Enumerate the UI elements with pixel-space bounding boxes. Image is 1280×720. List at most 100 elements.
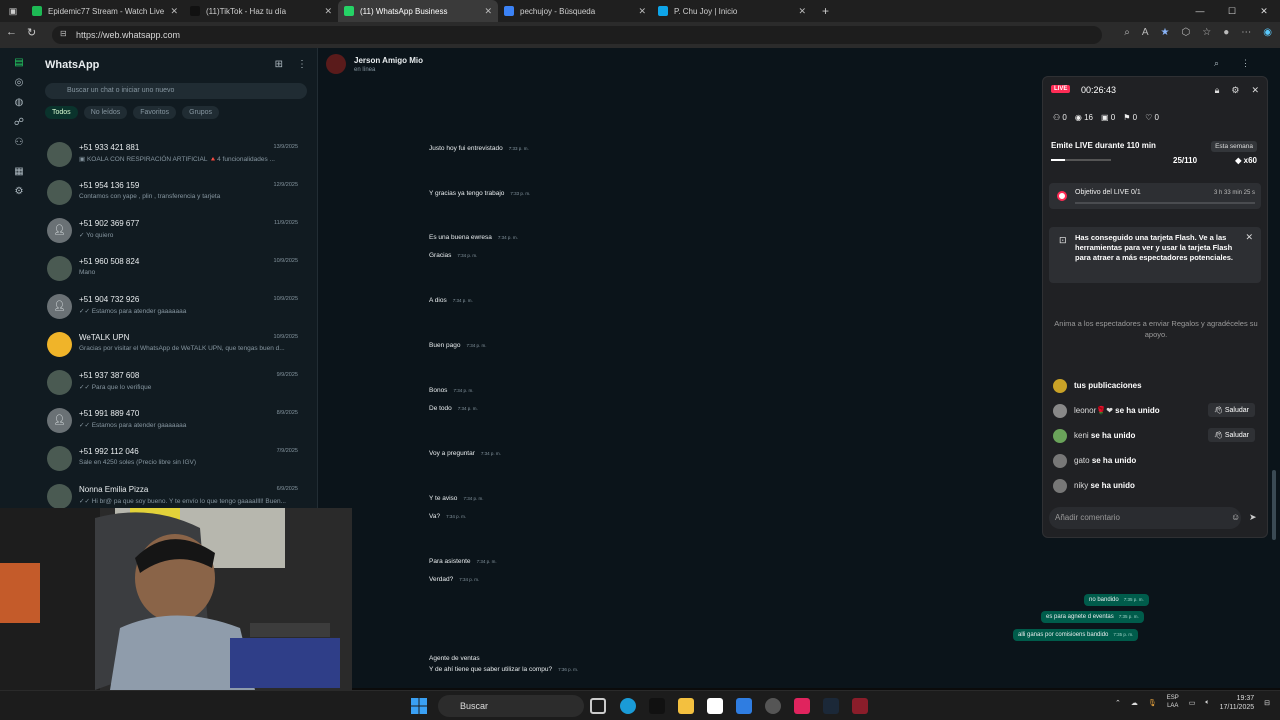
lock-icon[interactable]: 🔒︎	[1215, 85, 1220, 96]
emoji-icon[interactable]: ☺	[1231, 512, 1240, 522]
outgoing-message[interactable]: alli ganas por comisioens bandido 7:35 p.…	[1013, 629, 1139, 641]
incoming-message[interactable]: Voy a preguntar 7:34 p. m.	[429, 450, 501, 457]
edge-icon[interactable]	[620, 698, 636, 714]
favorite-star-icon[interactable]: ★	[1161, 27, 1170, 38]
comment-input[interactable]: Añadir comentario	[1049, 507, 1241, 529]
incoming-message[interactable]: Justo hoy fui entrevistado 7:33 p. m.	[429, 145, 529, 152]
scrollbar[interactable]	[1272, 50, 1277, 684]
task-view-icon[interactable]	[590, 698, 606, 714]
taskbar-search[interactable]: Buscar	[438, 695, 584, 717]
close-icon[interactable]: ✕	[1251, 85, 1259, 96]
browser-tab[interactable]: P. Chu Joy | Inicio ✕	[652, 0, 812, 22]
copilot-icon[interactable]: ◉	[1263, 27, 1272, 38]
close-tab-icon[interactable]: ✕	[170, 6, 178, 17]
greet-button[interactable]: 👋︎ Saludar	[1208, 403, 1255, 417]
onedrive-icon[interactable]: ☁	[1131, 699, 1138, 707]
browser-tab[interactable]: (11) WhatsApp Business ✕	[338, 0, 498, 22]
close-tab-icon[interactable]: ✕	[638, 6, 646, 17]
incoming-message[interactable]: Para asistente 7:34 p. m.	[429, 558, 497, 565]
steam-icon[interactable]	[823, 698, 839, 714]
search-input[interactable]: Buscar un chat o iniciar uno nuevo	[45, 83, 307, 99]
send-icon[interactable]: ➤	[1249, 512, 1257, 523]
refresh-icon[interactable]: ↻	[27, 26, 36, 39]
status-icon[interactable]: ◎	[0, 77, 38, 88]
obs-icon[interactable]	[852, 698, 868, 714]
filter-chip[interactable]: Grupos	[182, 106, 220, 119]
close-tab-icon[interactable]: ✕	[484, 6, 492, 17]
incoming-message[interactable]: Gracias 7:34 p. m.	[429, 252, 477, 259]
new-chat-icon[interactable]: ⊞	[275, 59, 283, 70]
filter-chip[interactable]: No leídos	[83, 106, 128, 119]
communities-icon[interactable]: ☍	[0, 117, 38, 128]
live-objective[interactable]: Objetivo del LIVE 0/1 3 h 33 min 25 s	[1049, 183, 1261, 209]
tools-icon[interactable]: ⚙	[0, 186, 38, 197]
incoming-message[interactable]: Agente de ventas	[429, 655, 486, 662]
clock[interactable]: 19:37 17/11/2025	[1220, 694, 1255, 712]
incoming-message[interactable]: Y de ahí tiene que saber utilizar la com…	[429, 666, 578, 673]
chat-list-item[interactable]: +51 992 112 046 Sale en 4250 soles (Preci…	[38, 441, 308, 479]
chat-list-item[interactable]: 👤︎ +51 904 732 926 ✓✓ Estamos para atender…	[38, 289, 308, 327]
back-icon[interactable]: ←	[6, 26, 17, 39]
menu-icon[interactable]: ⋮	[297, 59, 307, 70]
scrollbar-thumb[interactable]	[1272, 470, 1276, 540]
new-tab-button[interactable]: +	[822, 4, 829, 18]
outgoing-message[interactable]: no bandido 7:35 p. m.	[1084, 594, 1149, 606]
channels-icon[interactable]: ◍	[0, 97, 38, 108]
incoming-message[interactable]: Verdad? 7:34 p. m.	[429, 576, 479, 583]
read-aloud-icon[interactable]: A	[1142, 27, 1149, 38]
close-tab-icon[interactable]: ✕	[324, 6, 332, 17]
tiktok-live-icon[interactable]	[794, 698, 810, 714]
language-indicator[interactable]: ESP LAA	[1167, 695, 1179, 711]
outgoing-message[interactable]: es para agnete d eventas 7:35 p. m.	[1041, 611, 1144, 623]
filter-chip[interactable]: Todos	[45, 106, 78, 119]
notifications-icon[interactable]: ⊟	[1264, 699, 1270, 707]
settings-icon[interactable]: ⚙	[1231, 85, 1239, 96]
file-explorer-icon[interactable]	[678, 698, 694, 714]
tray-overflow-icon[interactable]: ⌃	[1115, 699, 1121, 707]
chat-list-item[interactable]: +51 933 421 881 ▣ KOALA CON RESPIRACIÓN A…	[38, 137, 308, 175]
site-info-icon[interactable]: ⊟	[60, 29, 67, 38]
incoming-message[interactable]: Bonos 7:34 p. m.	[429, 387, 473, 394]
chat-list-item[interactable]: +51 954 136 159 Contamos con yape , plin …	[38, 175, 308, 213]
volume-icon[interactable]: 🔈︎	[1205, 699, 1209, 707]
browser-tab[interactable]: Epidemic77 Stream - Watch Live ✕	[26, 0, 184, 22]
greet-button[interactable]: 👋︎ Saludar	[1208, 428, 1255, 442]
contacts-icon[interactable]: ⚇	[0, 137, 38, 148]
app-blue-icon[interactable]	[736, 698, 752, 714]
chat-list-item[interactable]: WeTALK UPN Gracias por visitar el WhatsAp…	[38, 327, 308, 365]
close-window-icon[interactable]: ✕	[1248, 0, 1280, 22]
capcut-icon[interactable]	[707, 698, 723, 714]
contact-avatar[interactable]	[326, 54, 346, 74]
tiktok-icon[interactable]	[649, 698, 665, 714]
chats-icon[interactable]: ▤	[0, 57, 38, 68]
mic-icon[interactable]: 🎙︎	[1148, 699, 1157, 707]
filter-chip[interactable]: Favoritos	[133, 106, 177, 119]
incoming-message[interactable]: De todo 7:34 p. m.	[429, 405, 478, 412]
incoming-message[interactable]: Buen pago 7:34 p. m.	[429, 342, 486, 349]
conversation-header[interactable]: Jerson Amigo Mio en línea ⌕ ⋮	[318, 48, 1280, 78]
incoming-message[interactable]: Es una buena ewresa 7:34 p. m.	[429, 234, 518, 241]
chat-list-item[interactable]: 👤︎ +51 902 369 677 ✓ Yo quiero 11/9/2025	[38, 213, 308, 251]
minimize-icon[interactable]: —	[1184, 0, 1216, 22]
browser-tab[interactable]: (11)TikTok - Haz tu día ✕	[184, 0, 338, 22]
incoming-message[interactable]: Va? 7:34 p. m.	[429, 513, 466, 520]
conversation-menu-icon[interactable]: ⋮	[1241, 58, 1250, 69]
maximize-icon[interactable]: ☐	[1216, 0, 1248, 22]
menu-dots-icon[interactable]: ⋯	[1241, 27, 1251, 38]
week-selector[interactable]: Esta semana	[1211, 141, 1257, 152]
start-button[interactable]	[410, 697, 428, 715]
browser-tab[interactable]: pechujoy - Búsqueda ✕	[498, 0, 652, 22]
close-tab-icon[interactable]: ✕	[798, 6, 806, 17]
chat-list-item[interactable]: +51 937 387 608 ✓✓ Para que lo verifique 9…	[38, 365, 308, 403]
extensions-icon[interactable]: ⬡	[1182, 27, 1191, 38]
catalog-icon[interactable]: ▦	[0, 166, 38, 177]
profile-avatar[interactable]: ●	[1223, 27, 1229, 38]
incoming-message[interactable]: A dios 7:34 p. m.	[429, 297, 473, 304]
chat-list-item[interactable]: +51 960 508 824 Mano 10/9/2025	[38, 251, 308, 289]
url-input[interactable]: https://web.whatsapp.com	[52, 26, 1102, 44]
close-notice-icon[interactable]: ✕	[1245, 232, 1253, 243]
flash-card-notice[interactable]: ⊡ Has conseguido una tarjeta Flash. Ve a…	[1049, 227, 1261, 283]
search-messages-icon[interactable]: ⌕	[1214, 58, 1219, 69]
incoming-message[interactable]: Y gracias ya tengo trabajo 7:33 p. m.	[429, 190, 530, 197]
chrome-icon[interactable]	[765, 698, 781, 714]
